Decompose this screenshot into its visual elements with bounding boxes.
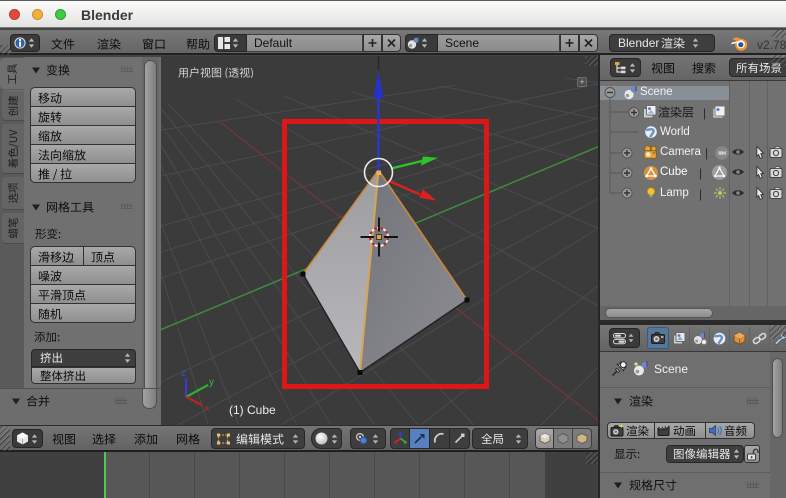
svg-text:x: x <box>204 403 209 414</box>
svg-text:y: y <box>209 377 214 388</box>
svg-text:z: z <box>181 368 186 379</box>
